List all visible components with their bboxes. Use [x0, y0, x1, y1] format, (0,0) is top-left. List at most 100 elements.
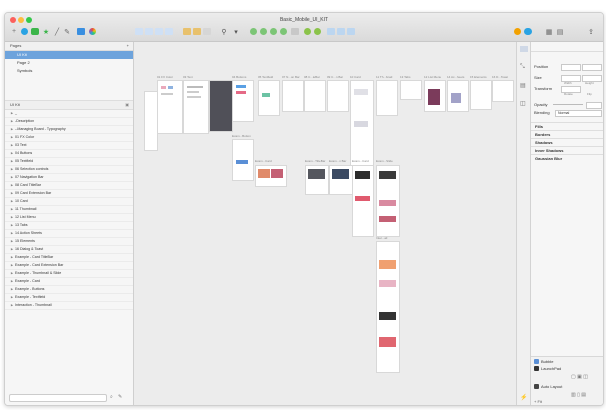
- scale-icon[interactable]: [337, 27, 345, 36]
- artboard-label[interactable]: 03 Text: [183, 75, 193, 79]
- union-icon[interactable]: [249, 27, 257, 36]
- scissors-icon[interactable]: [291, 27, 299, 36]
- distribute-icon[interactable]: [165, 27, 173, 36]
- line-tool-icon[interactable]: ╱: [53, 27, 61, 36]
- artboard-label[interactable]: Inter...ail: [376, 236, 387, 240]
- view-grid-icon[interactable]: ▦: [545, 27, 553, 36]
- artboard-dark[interactable]: [209, 80, 233, 132]
- insert-tool-button[interactable]: [20, 27, 28, 36]
- artboard-fx-color[interactable]: [157, 80, 183, 134]
- align-center-icon[interactable]: [145, 27, 153, 36]
- group-icon[interactable]: [183, 27, 191, 36]
- insert-plus-icon[interactable]: +: [10, 27, 18, 36]
- zoom-fit[interactable]: + Fit: [534, 399, 542, 404]
- artboard-label[interactable]: 11 Th...bnail: [376, 75, 392, 79]
- artboard-label[interactable]: Exam...Card: [352, 159, 369, 163]
- artboard-label[interactable]: Exam...Button: [232, 134, 251, 138]
- artboard-label[interactable]: 13 Tabs: [400, 75, 410, 79]
- page-item-symbols[interactable]: Symbols: [5, 67, 133, 75]
- artboard-action-sheets[interactable]: [447, 80, 469, 112]
- cloud-button[interactable]: [524, 27, 532, 36]
- subtract-icon[interactable]: [259, 27, 267, 36]
- lightning-icon[interactable]: ⚡: [520, 394, 527, 401]
- layer-filter-input[interactable]: [9, 394, 107, 402]
- artboard-thumb[interactable]: [144, 91, 158, 151]
- artboard-label[interactable]: Exam...n Bar: [329, 159, 346, 163]
- layer-row[interactable]: ▶ Interaction - Thumbnail: [5, 301, 133, 310]
- artboard-label[interactable]: 01 FX Color: [157, 75, 173, 79]
- artboard-label[interactable]: 12 List Menu: [424, 75, 441, 79]
- artboard-navbar[interactable]: [282, 80, 304, 112]
- artboard-example-card[interactable]: [255, 165, 287, 187]
- edit-icon[interactable]: [203, 27, 211, 36]
- artboard-tabs[interactable]: [400, 80, 422, 100]
- flatten-icon[interactable]: [347, 27, 355, 36]
- pencil-icon[interactable]: ✎: [118, 394, 122, 400]
- gaussian-blur-section[interactable]: Gaussian Blur: [531, 154, 603, 163]
- artboard-label[interactable]: 04 Buttons: [232, 75, 246, 79]
- x-input[interactable]: [561, 64, 581, 71]
- canvas[interactable]: 01 FX Color 03 Text 04 Buttons 05 Textfi…: [134, 42, 516, 405]
- mask-icon[interactable]: [327, 27, 335, 36]
- layout-tools-icon[interactable]: ▥ ▯ ▤: [571, 392, 586, 398]
- intersect-icon[interactable]: [269, 27, 277, 36]
- artboard-dialog[interactable]: [492, 80, 514, 102]
- symbol-button[interactable]: [77, 27, 85, 36]
- artboard-interaction-thumbnail[interactable]: [376, 241, 400, 373]
- collapse-layers-icon[interactable]: ▣: [120, 101, 129, 109]
- plugin-tools-icon[interactable]: ▢ ▣ ◫: [571, 374, 588, 380]
- artboard-example-extbar[interactable]: [329, 165, 353, 195]
- opacity-slider[interactable]: [553, 104, 583, 105]
- prototype-icon[interactable]: ◫: [520, 100, 526, 107]
- opacity-input[interactable]: [586, 102, 602, 109]
- color-wheel-button[interactable]: [88, 27, 96, 36]
- add-page-plus-icon[interactable]: +: [122, 42, 129, 50]
- artboard-label[interactable]: Exam...TitleBar: [305, 159, 325, 163]
- alignment-toolbar[interactable]: [531, 42, 603, 52]
- difference-icon[interactable]: [279, 27, 287, 36]
- layout-icon[interactable]: ▤: [520, 82, 526, 89]
- star-icon[interactable]: ★: [42, 27, 50, 36]
- pages-header[interactable]: Pages +: [5, 42, 133, 51]
- plugin-item[interactable]: LaunchPad: [541, 366, 561, 371]
- view-list-icon[interactable]: ▤: [556, 27, 564, 36]
- artboard-label[interactable]: 05 Textfield: [258, 75, 273, 79]
- blending-select[interactable]: Normal: [555, 110, 602, 117]
- align-left-icon[interactable]: [135, 27, 143, 36]
- shape-tool-button[interactable]: [31, 27, 39, 36]
- zoom-dropdown-icon[interactable]: ▾: [231, 27, 241, 36]
- artboard-card-titlebar[interactable]: [304, 80, 326, 112]
- artboard-label[interactable]: 09 C...n Bar: [327, 75, 343, 79]
- artboard-label[interactable]: Exam...Card: [255, 159, 272, 163]
- artboard-textfield[interactable]: [258, 80, 280, 116]
- forward-icon[interactable]: [303, 27, 311, 36]
- filter-search-icon[interactable]: ⌕: [110, 394, 113, 400]
- align-right-icon[interactable]: [155, 27, 163, 36]
- artboard-label[interactable]: 16 D...Toast: [492, 75, 508, 79]
- artboard-buttons[interactable]: [232, 80, 254, 122]
- ungroup-icon[interactable]: [193, 27, 201, 36]
- artboard-elements[interactable]: [470, 80, 492, 110]
- zoom-search-icon[interactable]: ⚲: [219, 27, 229, 36]
- plugin-title[interactable]: Bubble: [541, 359, 553, 364]
- artboard-example-button[interactable]: [232, 139, 254, 181]
- artboard-label[interactable]: 07 N...on Bar: [282, 75, 300, 79]
- artboard-label[interactable]: 08 C...leBar: [304, 75, 320, 79]
- preview-button[interactable]: [513, 27, 521, 36]
- inspector-tab-icon[interactable]: [520, 46, 528, 52]
- artboard-text[interactable]: [183, 80, 209, 134]
- artboard-example-titlebar[interactable]: [305, 165, 329, 195]
- pen-tool-icon[interactable]: ✎: [63, 27, 71, 36]
- plugin-item-2[interactable]: Auto Layout: [541, 384, 562, 389]
- y-input[interactable]: [582, 64, 602, 71]
- artboard-label[interactable]: Exam...Slide: [376, 159, 393, 163]
- artboard-label[interactable]: 10 Card: [350, 75, 361, 79]
- page-item-page-2[interactable]: Page 2: [5, 59, 133, 67]
- artboard-label[interactable]: 14 Ac...heets: [447, 75, 464, 79]
- artboard-list-menu[interactable]: [424, 80, 446, 112]
- artboard-thumbnail[interactable]: [376, 80, 398, 116]
- artboard-card-ext[interactable]: [327, 80, 349, 112]
- artboard-example-slide[interactable]: [376, 165, 400, 237]
- resize-icon[interactable]: ⤡: [520, 64, 525, 71]
- export-icon[interactable]: ⇪: [587, 27, 595, 36]
